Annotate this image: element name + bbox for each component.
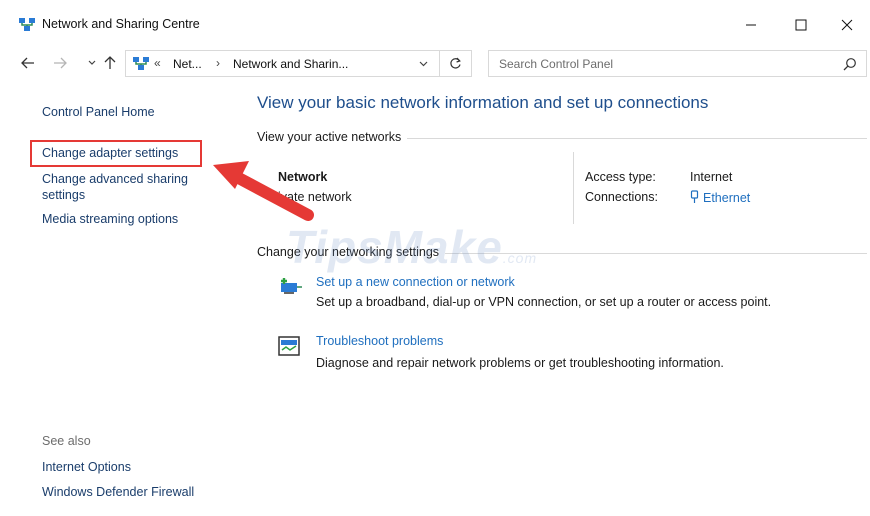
ethernet-icon xyxy=(690,190,699,203)
breadcrumb-network-sharing[interactable]: Network and Sharin... xyxy=(233,57,348,71)
minimize-button[interactable] xyxy=(728,10,774,40)
change-advanced-sharing-link[interactable]: Change advanced sharing settings xyxy=(42,171,188,203)
minimize-icon xyxy=(746,24,756,26)
connections-label: Connections: xyxy=(585,190,658,204)
network-sharing-window: Network and Sharing Centre « Net... › Ne… xyxy=(0,0,870,516)
title-bar: Network and Sharing Centre xyxy=(0,0,870,46)
see-also-heading: See also xyxy=(42,434,91,448)
ethernet-link[interactable]: Ethernet xyxy=(690,190,750,205)
up-button[interactable] xyxy=(101,54,119,72)
breadcrumb-overflow[interactable]: « xyxy=(154,56,161,70)
windows-defender-firewall-link[interactable]: Windows Defender Firewall xyxy=(42,485,194,499)
maximize-icon xyxy=(795,19,807,31)
control-panel-network-icon xyxy=(133,57,149,70)
breadcrumb-network[interactable]: Net... xyxy=(173,57,202,71)
close-icon xyxy=(841,19,853,31)
search-icon xyxy=(843,58,856,71)
vertical-divider xyxy=(573,152,574,224)
advanced-link-line1: Change advanced sharing xyxy=(42,172,188,186)
annotation-arrow xyxy=(213,161,314,221)
address-bar[interactable]: « Net... › Network and Sharin... xyxy=(125,50,440,77)
setup-new-connection-description: Set up a broadband, dial-up or VPN conne… xyxy=(316,295,772,309)
media-streaming-options-link[interactable]: Media streaming options xyxy=(42,212,178,226)
back-button[interactable] xyxy=(19,54,37,72)
internet-options-link[interactable]: Internet Options xyxy=(42,460,131,474)
chevron-down-icon xyxy=(419,61,427,67)
advanced-link-line2: settings xyxy=(42,188,86,202)
active-networks-heading: View your active networks xyxy=(257,130,408,144)
refresh-icon xyxy=(450,57,461,69)
recent-locations-button[interactable] xyxy=(83,54,101,72)
ethernet-link-label: Ethernet xyxy=(703,191,751,205)
setup-new-connection-link[interactable]: Set up a new connection or network xyxy=(316,275,515,289)
search-placeholder: Search Control Panel xyxy=(499,57,614,71)
maximize-button[interactable] xyxy=(778,10,824,40)
access-type-label: Access type: xyxy=(585,170,656,184)
network-icon xyxy=(19,18,35,31)
breadcrumb-separator[interactable]: › xyxy=(216,56,220,70)
forward-button[interactable] xyxy=(51,54,69,72)
new-connection-icon xyxy=(281,278,302,294)
chevron-down-icon xyxy=(88,60,96,65)
window-title: Network and Sharing Centre xyxy=(42,17,200,31)
control-panel-home-link[interactable]: Control Panel Home xyxy=(42,105,155,119)
watermark-suffix: .com xyxy=(502,250,538,266)
arrow-up-icon xyxy=(104,56,116,69)
navigation-bar: « Net... › Network and Sharin... Search … xyxy=(0,46,870,82)
change-adapter-settings-link[interactable]: Change adapter settings xyxy=(42,146,178,160)
troubleshoot-icon xyxy=(278,336,300,356)
refresh-button[interactable] xyxy=(440,50,472,77)
troubleshoot-problems-description: Diagnose and repair network problems or … xyxy=(316,356,724,370)
address-dropdown-button[interactable] xyxy=(416,56,430,72)
close-button[interactable] xyxy=(824,10,870,40)
access-type-value: Internet xyxy=(690,170,733,184)
page-title: View your basic network information and … xyxy=(257,93,709,112)
arrow-right-icon xyxy=(54,57,67,69)
search-box[interactable]: Search Control Panel xyxy=(488,50,867,77)
arrow-left-icon xyxy=(21,57,34,69)
troubleshoot-problems-link[interactable]: Troubleshoot problems xyxy=(316,334,443,348)
